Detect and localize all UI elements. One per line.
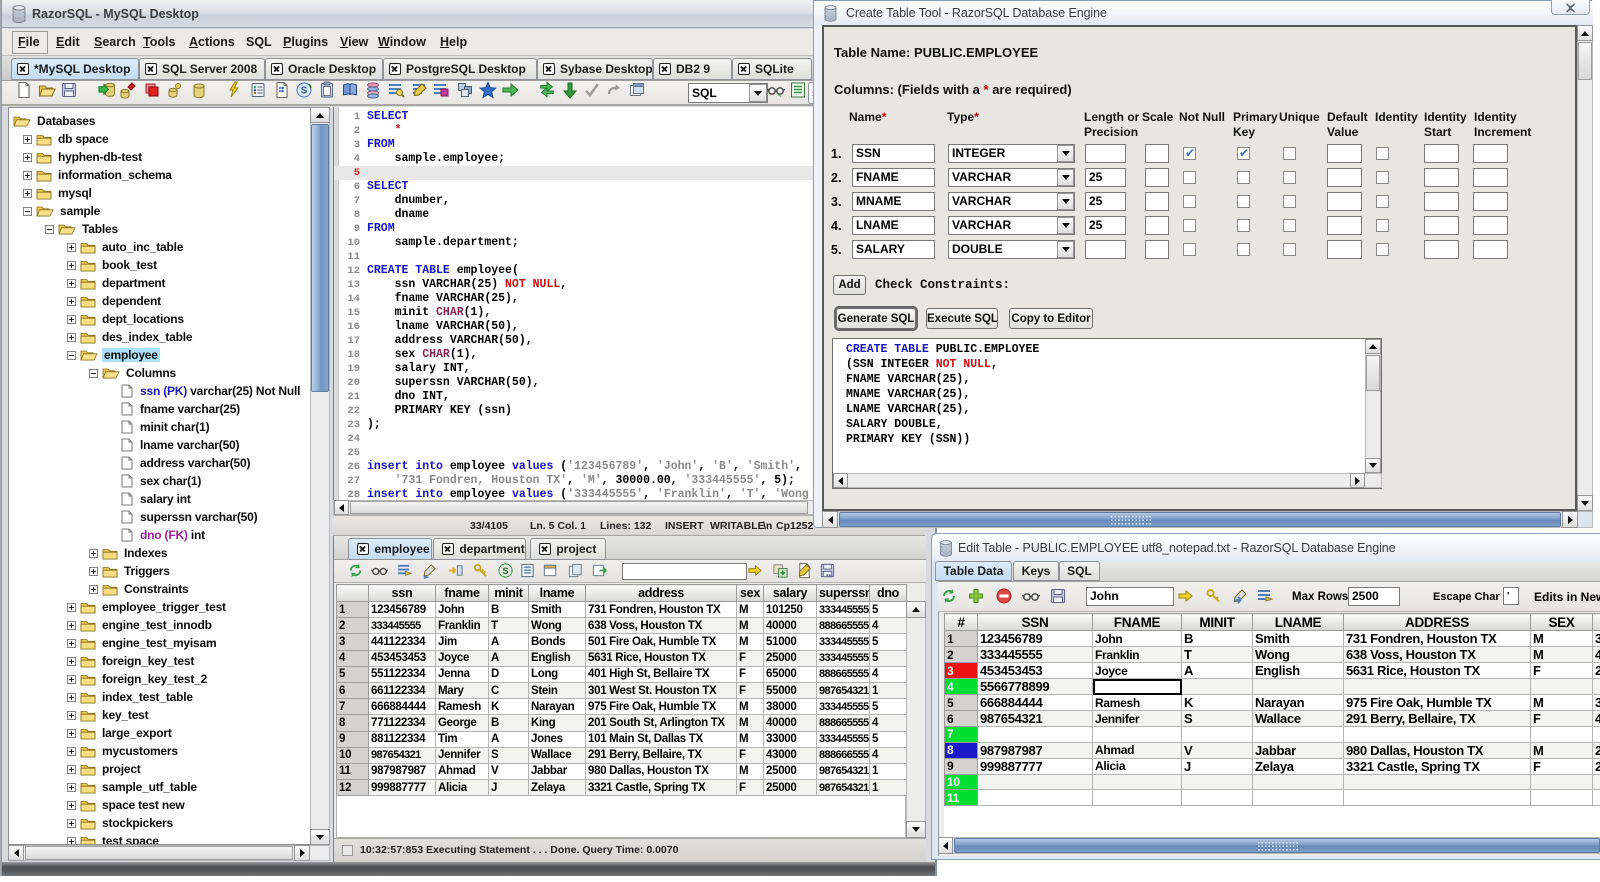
svg-text:S: S: [301, 86, 308, 97]
svg-text:S: S: [502, 566, 508, 577]
